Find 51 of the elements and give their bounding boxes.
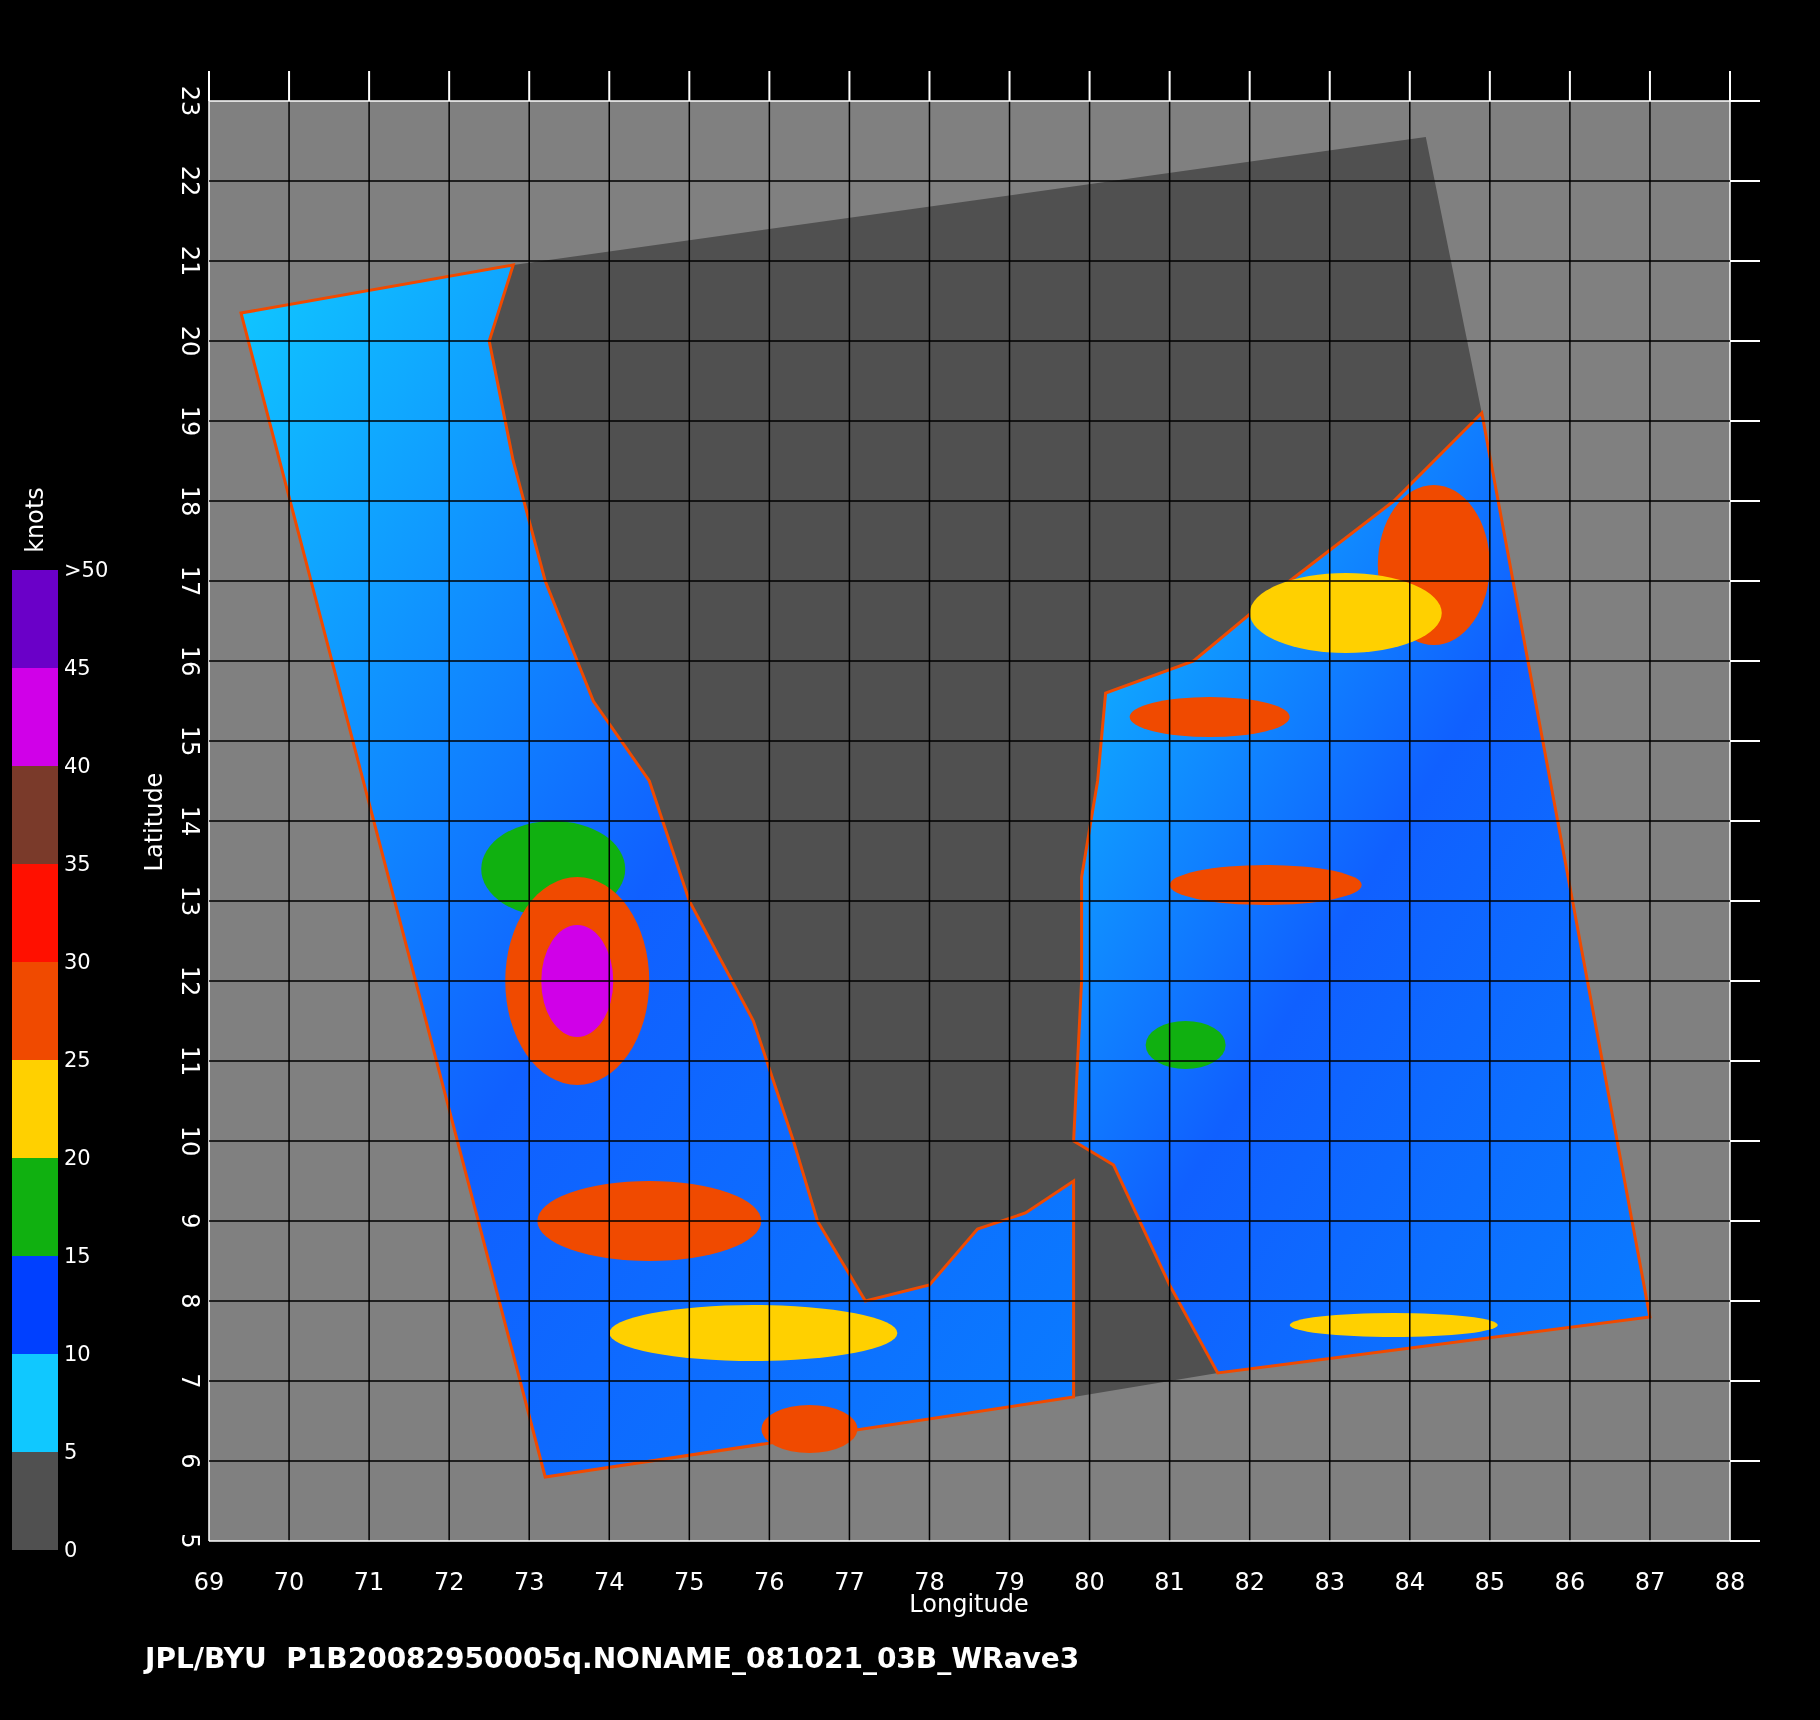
longitude-tick-label: 85 — [1474, 1568, 1506, 1596]
latitude-tick-label: 13 — [176, 885, 204, 917]
longitude-tick-label: 84 — [1394, 1568, 1426, 1596]
colorbar-label: >50 — [64, 558, 109, 582]
latitude-tick-label: 9 — [176, 1213, 204, 1229]
latitude-tick-label: 19 — [176, 405, 204, 437]
colorbar-label: 30 — [64, 950, 91, 974]
latitude-tick-label: 20 — [176, 325, 204, 357]
longitude-tick-label: 73 — [513, 1568, 545, 1596]
latitude-tick-label: 23 — [176, 85, 204, 117]
colorbar-label: 10 — [64, 1342, 91, 1366]
colorbar-label: 45 — [64, 656, 91, 680]
longitude-tick-label: 86 — [1554, 1568, 1586, 1596]
latitude-tick-label: 16 — [176, 645, 204, 677]
latitude-tick-label: 8 — [176, 1293, 204, 1309]
longitude-tick-label: 81 — [1154, 1568, 1185, 1596]
latitude-tick-label: 18 — [176, 485, 204, 517]
colorbar-label: 15 — [64, 1244, 91, 1268]
longitude-tick-label: 69 — [193, 1568, 225, 1596]
latitude-tick-label: 7 — [176, 1373, 204, 1389]
latitude-tick-label: 14 — [176, 805, 204, 837]
colorbar-unit: knots — [21, 487, 49, 553]
latitude-tick-label: 21 — [176, 245, 204, 277]
latitude-tick-label: 17 — [176, 565, 204, 597]
caption: JPL/BYU P1B20082950005q.NONAME_081021_03B_WRave3 — [145, 1642, 1081, 1675]
latitude-tick-label: 11 — [176, 1045, 204, 1077]
longitude-tick-label: 88 — [1714, 1568, 1746, 1596]
longitude-tick-label: 80 — [1074, 1568, 1105, 1596]
latitude-tick-label: 10 — [176, 1125, 204, 1157]
colorbar-label: 5 — [64, 1440, 78, 1464]
colorbar-label: 20 — [64, 1146, 91, 1170]
longitude-tick-label: 75 — [674, 1568, 705, 1596]
latitude-tick-label: 15 — [176, 725, 204, 757]
latitude-tick-label: 12 — [176, 965, 204, 997]
longitude-tick-label: 82 — [1234, 1568, 1265, 1596]
longitude-tick-label: 74 — [594, 1568, 625, 1596]
longitude-tick-label: 72 — [433, 1568, 465, 1596]
latitude-tick-label: 5 — [176, 1533, 204, 1549]
latitude-tick-label: 22 — [176, 165, 204, 197]
longitude-tick-label: 71 — [353, 1568, 385, 1596]
longitude-tick-label: 87 — [1634, 1568, 1666, 1596]
colorbar-label: 40 — [64, 754, 91, 778]
longitude-tick-label: 76 — [754, 1568, 785, 1596]
latitude-tick-label: 6 — [176, 1453, 204, 1469]
longitude-tick-label: 77 — [834, 1568, 865, 1596]
colorbar-label: 35 — [64, 852, 91, 876]
colorbar-label: 25 — [64, 1048, 91, 1072]
longitude-tick-label: 83 — [1314, 1568, 1345, 1596]
colorbar-label: 0 — [64, 1538, 78, 1562]
longitude-tick-label: 70 — [273, 1568, 305, 1596]
y-axis-title: Latitude — [142, 772, 168, 872]
